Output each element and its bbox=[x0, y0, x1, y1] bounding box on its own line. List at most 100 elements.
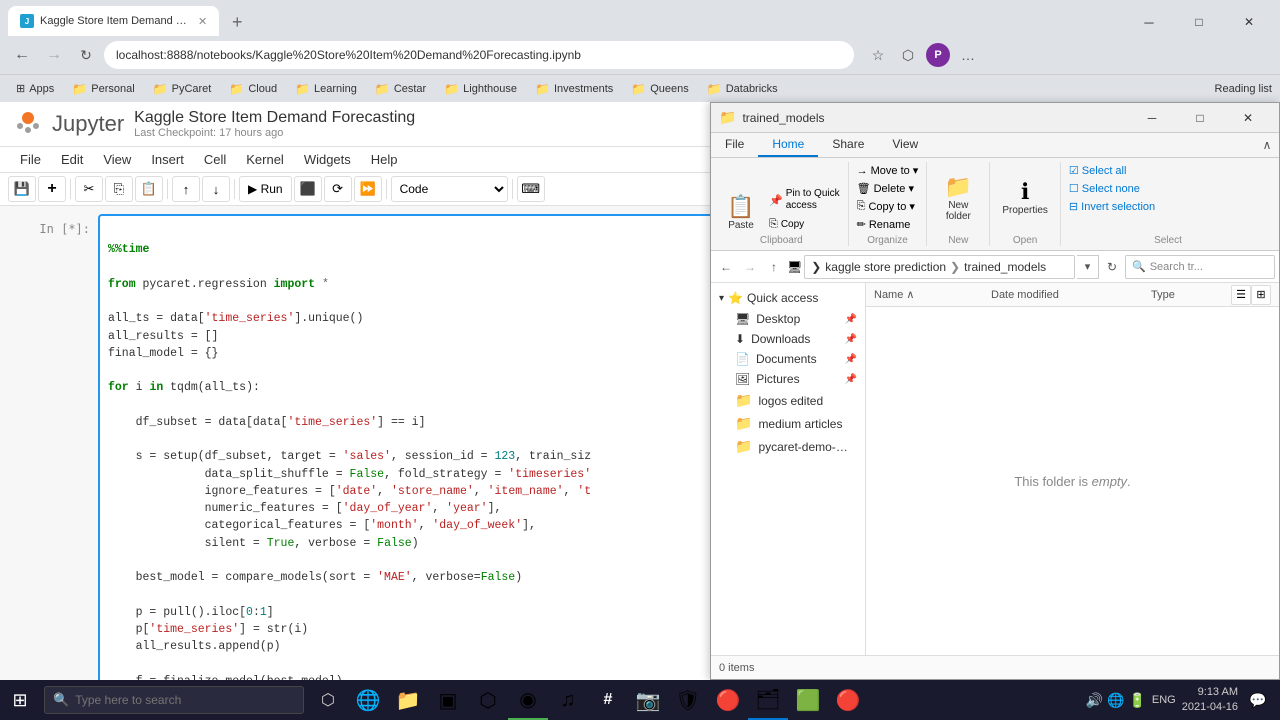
sidebar-item-downloads[interactable]: ⬇ Downloads 📌 bbox=[711, 329, 865, 349]
col-type[interactable]: Type bbox=[1151, 289, 1231, 301]
fe-search-box[interactable]: 🔍 Search tr... bbox=[1125, 255, 1275, 279]
cut-btn[interactable]: ✂ bbox=[75, 176, 103, 202]
taskbar-icon-shield[interactable]: 🛡 bbox=[668, 680, 708, 720]
sidebar-item-desktop[interactable]: 🖥 Desktop 📌 bbox=[711, 309, 865, 329]
stop-btn[interactable]: ⬛ bbox=[294, 176, 322, 202]
bookmark-lighthouse[interactable]: 📁Lighthouse bbox=[436, 80, 525, 98]
cell-content[interactable]: %%time from pycaret.regression import * … bbox=[98, 214, 720, 680]
settings-icon[interactable]: … bbox=[956, 43, 980, 67]
sidebar-item-pycaret[interactable]: 📁 pycaret-demo-dsc bbox=[711, 435, 865, 458]
view-details-btn[interactable]: ⊞ bbox=[1251, 285, 1271, 305]
menu-cell[interactable]: Cell bbox=[196, 149, 234, 170]
fe-breadcrumb-dropdown[interactable]: ▾ bbox=[1077, 255, 1099, 279]
bookmark-databricks[interactable]: 📁Databricks bbox=[699, 80, 786, 98]
col-name[interactable]: Name ∧ bbox=[874, 288, 991, 301]
bookmark-queens[interactable]: 📁Queens bbox=[623, 80, 696, 98]
move-down-btn[interactable]: ↓ bbox=[202, 176, 230, 202]
sidebar-item-medium[interactable]: 📁 medium articles bbox=[711, 412, 865, 435]
close-window-btn[interactable]: ✕ bbox=[1226, 8, 1272, 36]
menu-widgets[interactable]: Widgets bbox=[296, 149, 359, 170]
bookmark-investments[interactable]: 📁Investments bbox=[527, 80, 621, 98]
back-btn[interactable]: ← bbox=[8, 41, 36, 69]
fe-maximize-btn[interactable]: □ bbox=[1177, 104, 1223, 132]
minimize-btn[interactable]: ─ bbox=[1126, 8, 1172, 36]
delete-btn[interactable]: 🗑Delete ▾ bbox=[853, 180, 923, 197]
fe-breadcrumb[interactable]: ❯ kaggle store prediction ❯ trained_mode… bbox=[804, 255, 1075, 279]
taskbar-task-view[interactable]: ⬡ bbox=[308, 680, 348, 720]
fe-tab-file[interactable]: File bbox=[711, 133, 758, 157]
reading-list-btn[interactable]: Reading list bbox=[1215, 83, 1272, 95]
taskbar-search-input[interactable] bbox=[75, 693, 255, 707]
tab-close[interactable]: ✕ bbox=[198, 15, 207, 28]
new-folder-btn[interactable]: 📁 Newfolder bbox=[933, 172, 983, 224]
run-btn[interactable]: ▶ Run bbox=[239, 176, 292, 202]
fe-tab-share[interactable]: Share bbox=[818, 133, 878, 157]
paste-btn[interactable]: 📋 bbox=[135, 176, 163, 202]
address-bar[interactable]: localhost:8888/notebooks/Kaggle%20Store%… bbox=[104, 41, 854, 69]
restart-btn[interactable]: ⟳ bbox=[324, 176, 352, 202]
apps-icon[interactable]: ⊞ Apps bbox=[8, 80, 62, 97]
start-btn[interactable]: ⊞ bbox=[0, 680, 40, 720]
extensions-icon[interactable]: ⬡ bbox=[896, 43, 920, 67]
menu-file[interactable]: File bbox=[12, 149, 49, 170]
copy-btn-fe[interactable]: ⎘ Copy bbox=[765, 216, 844, 233]
menu-kernel[interactable]: Kernel bbox=[238, 149, 292, 170]
menu-edit[interactable]: Edit bbox=[53, 149, 91, 170]
maximize-btn[interactable]: □ bbox=[1176, 8, 1222, 36]
sidebar-item-logos[interactable]: 📁 logos edited bbox=[711, 389, 865, 412]
move-to-btn[interactable]: →Move to ▾ bbox=[853, 162, 923, 179]
new-tab-btn[interactable]: + bbox=[223, 8, 251, 36]
quick-access-header[interactable]: ▾ ⭐ Quick access bbox=[711, 287, 865, 309]
taskbar-icon-green[interactable]: 🟩 bbox=[788, 680, 828, 720]
network-icon[interactable]: 🌐 bbox=[1107, 692, 1124, 709]
rename-btn[interactable]: ✏Rename bbox=[853, 216, 923, 233]
pin-btn[interactable]: 📌 Pin to Quickaccess bbox=[765, 186, 844, 214]
save-btn[interactable]: 💾 bbox=[8, 176, 36, 202]
paste-large-btn[interactable]: 📋 Paste bbox=[719, 194, 763, 233]
fast-forward-btn[interactable]: ⏩ bbox=[354, 176, 382, 202]
taskbar-icon-edge[interactable]: 🌐 bbox=[348, 680, 388, 720]
add-cell-btn[interactable]: + bbox=[38, 176, 66, 202]
fe-tab-view[interactable]: View bbox=[878, 133, 932, 157]
bookmark-personal[interactable]: 📁Personal bbox=[64, 80, 142, 98]
cell-type-select[interactable]: Code Markdown Raw NBConvert bbox=[391, 176, 508, 202]
keyboard-btn[interactable]: ⌨ bbox=[517, 176, 545, 202]
volume-icon[interactable]: 🔊 bbox=[1086, 692, 1103, 709]
sidebar-item-pictures[interactable]: 🖼 Pictures 📌 bbox=[711, 369, 865, 389]
profile-avatar[interactable]: P bbox=[926, 43, 950, 67]
taskbar-icon-files[interactable]: 🗂 bbox=[748, 680, 788, 720]
forward-btn[interactable]: → bbox=[40, 41, 68, 69]
fe-tab-home[interactable]: Home bbox=[758, 133, 818, 157]
language-indicator[interactable]: ENG bbox=[1152, 694, 1176, 706]
fe-minimize-btn[interactable]: ─ bbox=[1129, 104, 1175, 132]
notification-btn[interactable]: 💬 bbox=[1244, 686, 1272, 714]
sidebar-item-documents[interactable]: 📄 Documents 📌 bbox=[711, 349, 865, 369]
active-tab[interactable]: J Kaggle Store Item Demand Fore... ✕ bbox=[8, 6, 219, 36]
taskbar-search[interactable]: 🔍 bbox=[44, 686, 304, 714]
bookmark-pycaret[interactable]: 📁PyCaret bbox=[145, 80, 220, 98]
fe-forward-btn[interactable]: → bbox=[739, 256, 761, 278]
refresh-btn[interactable]: ↻ bbox=[72, 41, 100, 69]
taskbar-icon-calc[interactable]: # bbox=[588, 680, 628, 720]
taskbar-icon-vscode[interactable]: ⬡ bbox=[468, 680, 508, 720]
move-up-btn[interactable]: ↑ bbox=[172, 176, 200, 202]
bookmark-cloud[interactable]: 📁Cloud bbox=[221, 80, 285, 98]
menu-view[interactable]: View bbox=[95, 149, 139, 170]
properties-btn[interactable]: ℹ Properties bbox=[996, 177, 1054, 218]
copy-to-btn[interactable]: ⎘Copy to ▾ bbox=[853, 198, 923, 215]
menu-insert[interactable]: Insert bbox=[143, 149, 192, 170]
taskbar-icon-camera[interactable]: 📷 bbox=[628, 680, 668, 720]
fe-ribbon-collapse[interactable]: ∧ bbox=[1255, 133, 1279, 157]
select-all-btn[interactable]: ☑ Select all bbox=[1065, 162, 1271, 179]
col-date[interactable]: Date modified bbox=[991, 289, 1151, 301]
taskbar-icon-spotify[interactable]: ♫ bbox=[548, 680, 588, 720]
bookmark-cestar[interactable]: 📁Cestar bbox=[367, 80, 434, 98]
fe-up-btn[interactable]: ↑ bbox=[763, 256, 785, 278]
fe-refresh-btn[interactable]: ↻ bbox=[1101, 256, 1123, 278]
copy-btn[interactable]: ⎘ bbox=[105, 176, 133, 202]
bookmark-learning[interactable]: 📁Learning bbox=[287, 80, 365, 98]
battery-icon[interactable]: 🔋 bbox=[1128, 692, 1145, 709]
taskbar-icon-explorer[interactable]: 📁 bbox=[388, 680, 428, 720]
fe-back-btn[interactable]: ← bbox=[715, 256, 737, 278]
taskbar-icon-chrome[interactable]: ◉ bbox=[508, 680, 548, 720]
